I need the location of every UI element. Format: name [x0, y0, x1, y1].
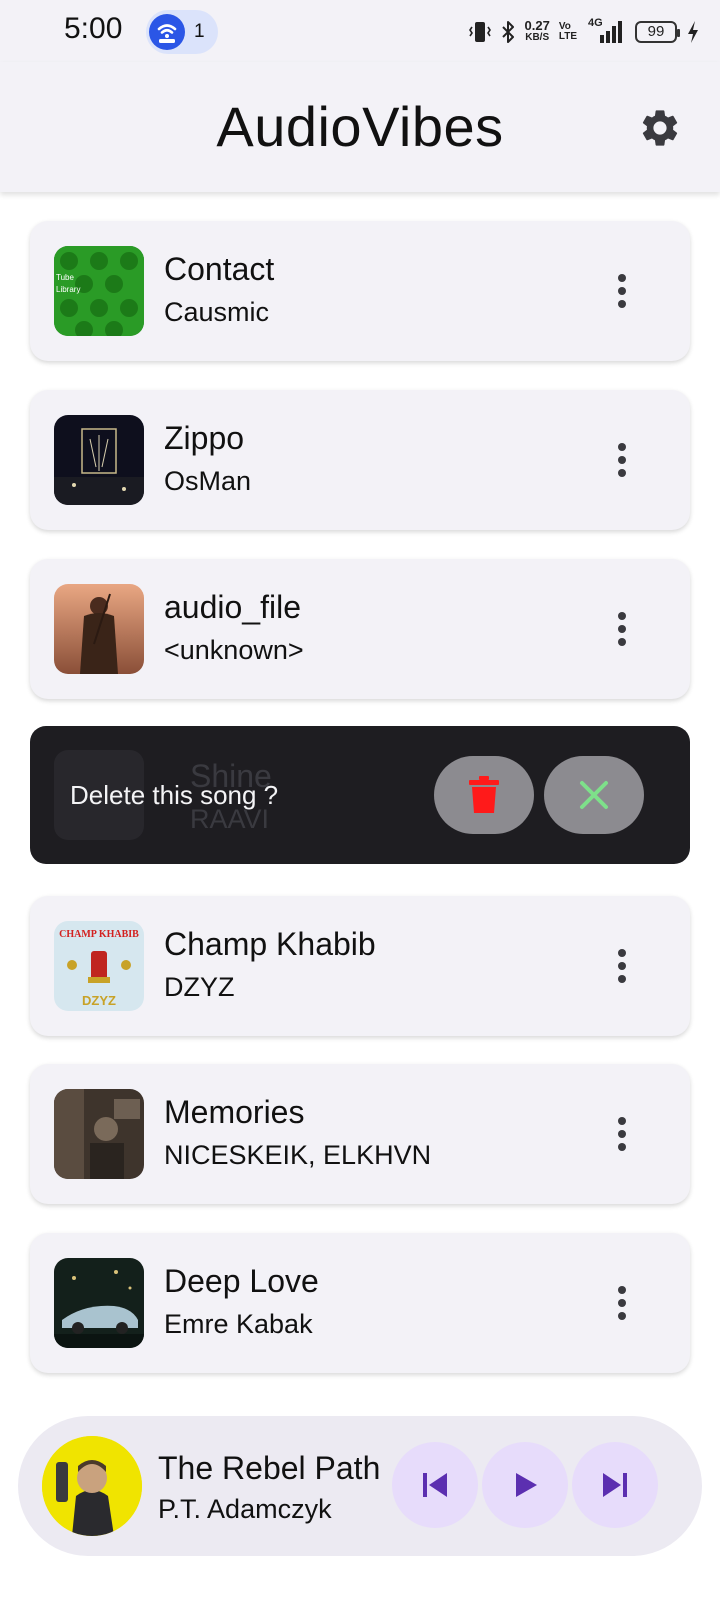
more-options-button[interactable] — [602, 436, 642, 484]
trash-icon — [469, 776, 499, 813]
more-vert-icon — [618, 612, 626, 620]
confirm-delete-button[interactable] — [434, 756, 534, 834]
status-time: 5:00 — [64, 12, 123, 45]
play-icon — [516, 1473, 537, 1497]
more-vert-icon — [618, 1286, 626, 1294]
net-speed-unit: KB/S — [525, 32, 550, 43]
settings-button[interactable] — [636, 104, 684, 152]
more-options-button[interactable] — [602, 605, 642, 653]
charging-icon — [688, 21, 698, 43]
volte-line2: LTE — [558, 31, 577, 42]
song-artist: NICESKEIK, ELKHVN — [164, 1140, 432, 1170]
album-cover: Tube Library — [54, 246, 144, 336]
cancel-delete-button[interactable] — [544, 756, 644, 834]
song-title: audio_file — [164, 589, 301, 625]
song-item-memories[interactable]: Memories NICESKEIK, ELKHVN — [30, 1064, 690, 1204]
song-artist: Emre Kabak — [164, 1309, 313, 1339]
next-button[interactable] — [572, 1442, 658, 1528]
play-button[interactable] — [482, 1442, 568, 1528]
song-item-zippo[interactable]: Zippo OsMan — [30, 390, 690, 530]
hotspot-count: 1 — [194, 21, 205, 42]
song-item-champ-khabib[interactable]: CHAMP KHABIB DZYZ Champ Khabib DZYZ — [30, 896, 690, 1036]
close-icon — [580, 781, 608, 809]
song-title: Zippo — [164, 420, 245, 456]
more-vert-icon — [618, 274, 626, 282]
status-bar: 5:00 1 0.27 KB/S Vo LTE 4G 99 — [0, 0, 720, 62]
skip-next-icon — [603, 1473, 627, 1497]
app-bar: AudioVibes — [0, 62, 720, 192]
song-item-contact[interactable]: Tube Library Contact Causmic — [30, 221, 690, 361]
cover-text-1: CHAMP KHABIB — [59, 929, 139, 940]
more-vert-icon — [618, 949, 626, 957]
song-title: Memories — [164, 1094, 305, 1130]
album-cover — [54, 1258, 144, 1348]
status-icons: 0.27 KB/S Vo LTE 4G 99 — [468, 14, 700, 50]
cover-text-2: Library — [56, 285, 80, 294]
more-options-button[interactable] — [602, 1110, 642, 1158]
song-title: Deep Love — [164, 1263, 319, 1299]
song-item-audio-file[interactable]: audio_file <unknown> — [30, 559, 690, 699]
gear-icon — [642, 110, 678, 146]
album-cover: CHAMP KHABIB DZYZ — [54, 921, 144, 1011]
more-options-button[interactable] — [602, 267, 642, 315]
delete-confirmation-snackbar: Shine RAAVI Delete this song ? — [30, 726, 690, 864]
now-playing-title: The Rebel Path — [158, 1450, 381, 1486]
bluetooth-icon — [501, 21, 514, 43]
delete-message: Delete this song ? — [70, 780, 279, 810]
mini-player[interactable]: The Rebel Path P.T. Adamczyk — [18, 1416, 702, 1556]
song-item-deep-love[interactable]: Deep Love Emre Kabak — [30, 1233, 690, 1373]
skip-previous-icon — [423, 1473, 447, 1497]
more-options-button[interactable] — [602, 942, 642, 990]
song-artist: OsMan — [164, 466, 252, 496]
song-artist: DZYZ — [164, 972, 235, 1002]
app-title: AudioVibes — [216, 95, 504, 158]
battery-indicator: 99 — [635, 21, 680, 43]
song-artist: <unknown> — [164, 635, 304, 665]
net-speed: 0.27 KB/S — [524, 18, 550, 44]
volte-tag: Vo LTE — [559, 22, 577, 42]
album-cover — [54, 1089, 144, 1179]
more-vert-icon — [618, 1117, 626, 1125]
now-playing-artist: P.T. Adamczyk — [158, 1494, 332, 1524]
net-speed-value: 0.27 — [524, 18, 550, 33]
vibrate-icon — [468, 22, 491, 42]
hotspot-chip[interactable]: 1 — [146, 10, 218, 54]
song-artist: Causmic — [164, 297, 270, 327]
song-title: Champ Khabib — [164, 926, 376, 962]
previous-button[interactable] — [392, 1442, 478, 1528]
signal-icon: 4G — [586, 17, 626, 45]
hotspot-icon — [149, 14, 185, 50]
album-cover — [54, 584, 144, 674]
album-cover — [54, 415, 144, 505]
cover-text-1: Tube — [56, 273, 74, 282]
more-options-button[interactable] — [602, 1279, 642, 1327]
cover-text-2: DZYZ — [82, 993, 116, 1008]
song-title: Contact — [164, 251, 275, 287]
now-playing-art — [42, 1436, 142, 1536]
more-vert-icon — [618, 443, 626, 451]
